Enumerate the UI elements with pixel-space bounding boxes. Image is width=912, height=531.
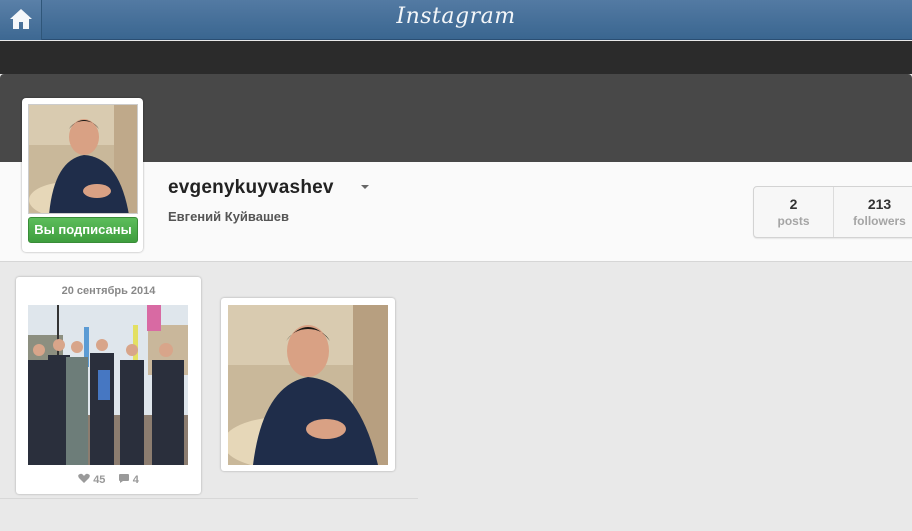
post-photo[interactable] (228, 305, 388, 465)
avatar[interactable] (28, 104, 138, 214)
profile-username[interactable]: evgenykuyvashev (168, 177, 334, 199)
post-photo[interactable] (28, 305, 188, 465)
following-button[interactable]: Вы подписаны (28, 217, 138, 243)
post-card[interactable]: 20 сентябрь 2014 45 4 (16, 277, 201, 494)
comment-icon[interactable] (118, 473, 130, 487)
profile-full-name: Евгений Куйвашев (168, 209, 290, 224)
post-card[interactable] (221, 298, 395, 471)
avatar-card: Вы подписаны (22, 98, 143, 252)
top-nav-bar: Instagram (0, 0, 912, 40)
chevron-down-icon[interactable] (361, 185, 369, 189)
followers-stat[interactable]: 213 followers (835, 187, 912, 237)
header-dark-band (0, 41, 912, 74)
posts-stat[interactable]: 2 posts (754, 187, 834, 237)
profile-stats: 2 posts 213 followers (753, 186, 912, 238)
followers-count: 213 (867, 196, 892, 212)
posts-count: 2 (789, 196, 798, 212)
followers-label: followers (853, 214, 906, 228)
posts-label: posts (777, 214, 810, 228)
likes-count: 45 (93, 474, 106, 486)
post-date: 20 сентябрь 2014 (61, 285, 156, 297)
section-divider (0, 498, 418, 499)
heart-icon[interactable] (78, 473, 90, 487)
comments-count: 4 (132, 474, 139, 486)
post-meta: 45 4 (16, 473, 201, 487)
instagram-logo[interactable]: Instagram (0, 4, 912, 29)
